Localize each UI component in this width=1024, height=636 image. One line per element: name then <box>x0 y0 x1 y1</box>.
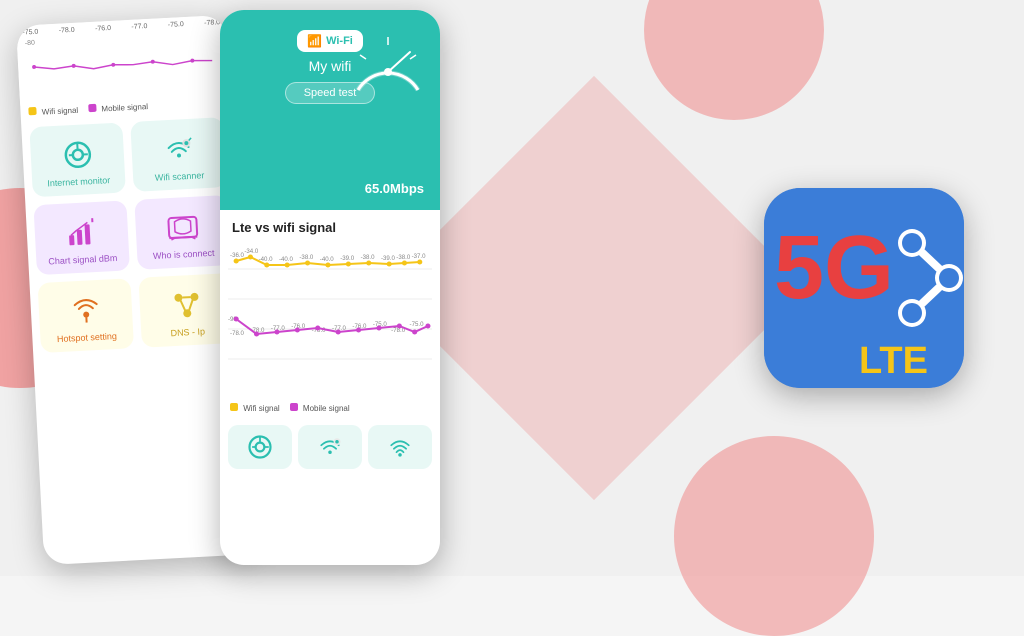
bg-diamond <box>382 76 806 500</box>
grid-item-chart-signal[interactable]: Chart signal dBm <box>33 200 130 275</box>
chart-signal-icon <box>63 214 101 252</box>
chart-val-4: -77.0 <box>131 23 147 31</box>
svg-text:-75.0: -75.0 <box>410 322 425 328</box>
app-icon-svg: 5G LTE <box>764 188 964 388</box>
chart-val-5: -75.0 <box>168 21 184 29</box>
svg-text:-78.0: -78.0 <box>391 328 406 334</box>
internet-monitor-label: Internet monitor <box>47 175 110 188</box>
svg-text:-38.0: -38.0 <box>299 255 314 261</box>
legend-mobile-dot <box>88 104 96 112</box>
center-legend-wifi: Wifi signal <box>230 403 280 413</box>
center-legend-wifi-dot <box>230 403 238 411</box>
svg-text:-34.0: -34.0 <box>244 249 259 255</box>
grid-item-internet-monitor[interactable]: Internet monitor <box>29 122 126 197</box>
legend-wifi-dot <box>28 107 36 115</box>
bg-circle-right-top <box>644 0 824 120</box>
dns-label: DNS - Ip <box>170 326 205 338</box>
chart-val-3: -76.0 <box>95 25 111 33</box>
svg-text:-40.0: -40.0 <box>279 257 294 263</box>
bottom-wifi-scanner[interactable] <box>298 425 362 469</box>
phone-center: 📶 Wi-Fi My wifi Speed test 65.0Mbps <box>220 10 440 565</box>
svg-text:-78.0: -78.0 <box>230 331 245 337</box>
speed-value: 65.0Mbps <box>365 181 424 196</box>
svg-text:5G: 5G <box>774 218 894 318</box>
speedometer <box>348 30 428 110</box>
legend-wifi: Wifi signal <box>28 105 78 118</box>
chart-signal-label: Chart signal dBm <box>48 253 117 267</box>
internet-monitor-icon <box>58 136 96 174</box>
svg-text:-80: -80 <box>25 40 36 47</box>
who-connect-icon <box>163 209 201 247</box>
bottom-internet-icon <box>246 433 274 461</box>
grid-item-wifi-scanner[interactable]: Wifi scanner <box>130 117 227 192</box>
center-legend-mobile: Mobile signal <box>290 403 350 413</box>
svg-text:-38.0: -38.0 <box>396 255 411 261</box>
center-header: 📶 Wi-Fi My wifi Speed test 65.0Mbps <box>220 10 440 210</box>
bottom-internet-monitor[interactable] <box>228 425 292 469</box>
center-legend-mobile-dot <box>290 403 298 411</box>
bottom-chart-signal[interactable] <box>368 425 432 469</box>
dns-icon <box>167 286 205 324</box>
hotspot-label: Hotspot setting <box>57 331 117 344</box>
wifi-scanner-icon <box>159 131 197 169</box>
svg-text:-39.0: -39.0 <box>381 256 396 262</box>
center-legend: Wifi signal Mobile signal <box>220 399 440 417</box>
chart-section-title: Lte vs wifi signal <box>220 210 440 239</box>
chart-val-6: -78.0 <box>204 19 220 27</box>
phone-left: -75.0 -78.0 -76.0 -77.0 -75.0 -78.0 -80 … <box>16 15 254 565</box>
svg-text:-38.0: -38.0 <box>361 255 376 261</box>
legend-mobile: Mobile signal <box>88 101 148 114</box>
center-bottom-grid <box>220 417 440 477</box>
my-wifi-label: My wifi <box>309 58 352 74</box>
svg-text:-39.0: -39.0 <box>340 256 355 262</box>
hotspot-icon <box>67 292 105 330</box>
chart-val-2: -78.0 <box>59 27 75 35</box>
bg-circle-right-bottom <box>674 436 874 636</box>
bottom-wifi-icon <box>316 433 344 461</box>
left-grid: Internet monitor Wifi scanner <box>21 109 243 362</box>
app-icon: 5G LTE <box>764 188 964 388</box>
wifi-scanner-label: Wifi scanner <box>155 170 205 183</box>
svg-text:-40.0: -40.0 <box>320 257 335 263</box>
svg-text:-36.0: -36.0 <box>230 253 245 259</box>
center-chart-svg: -36.0 -34.0 -40.0 -40.0 -38.0 -40.0 -39.… <box>228 239 432 399</box>
wifi-badge-icon: 📶 <box>307 34 322 48</box>
grid-item-hotspot[interactable]: Hotspot setting <box>38 278 135 353</box>
center-chart-area: -36.0 -34.0 -40.0 -40.0 -38.0 -40.0 -39.… <box>220 239 440 399</box>
bottom-chart-icon <box>386 433 414 461</box>
grid-item-who-connect[interactable]: Who is connect <box>134 195 231 270</box>
svg-text:-37.0: -37.0 <box>412 254 427 260</box>
chart-val-1: -75.0 <box>22 29 38 37</box>
left-chart-area: -75.0 -78.0 -76.0 -77.0 -75.0 -78.0 -80 <box>16 15 230 106</box>
svg-text:LTE: LTE <box>859 340 928 382</box>
who-connect-label: Who is connect <box>153 248 215 261</box>
speedometer-svg <box>348 30 428 110</box>
